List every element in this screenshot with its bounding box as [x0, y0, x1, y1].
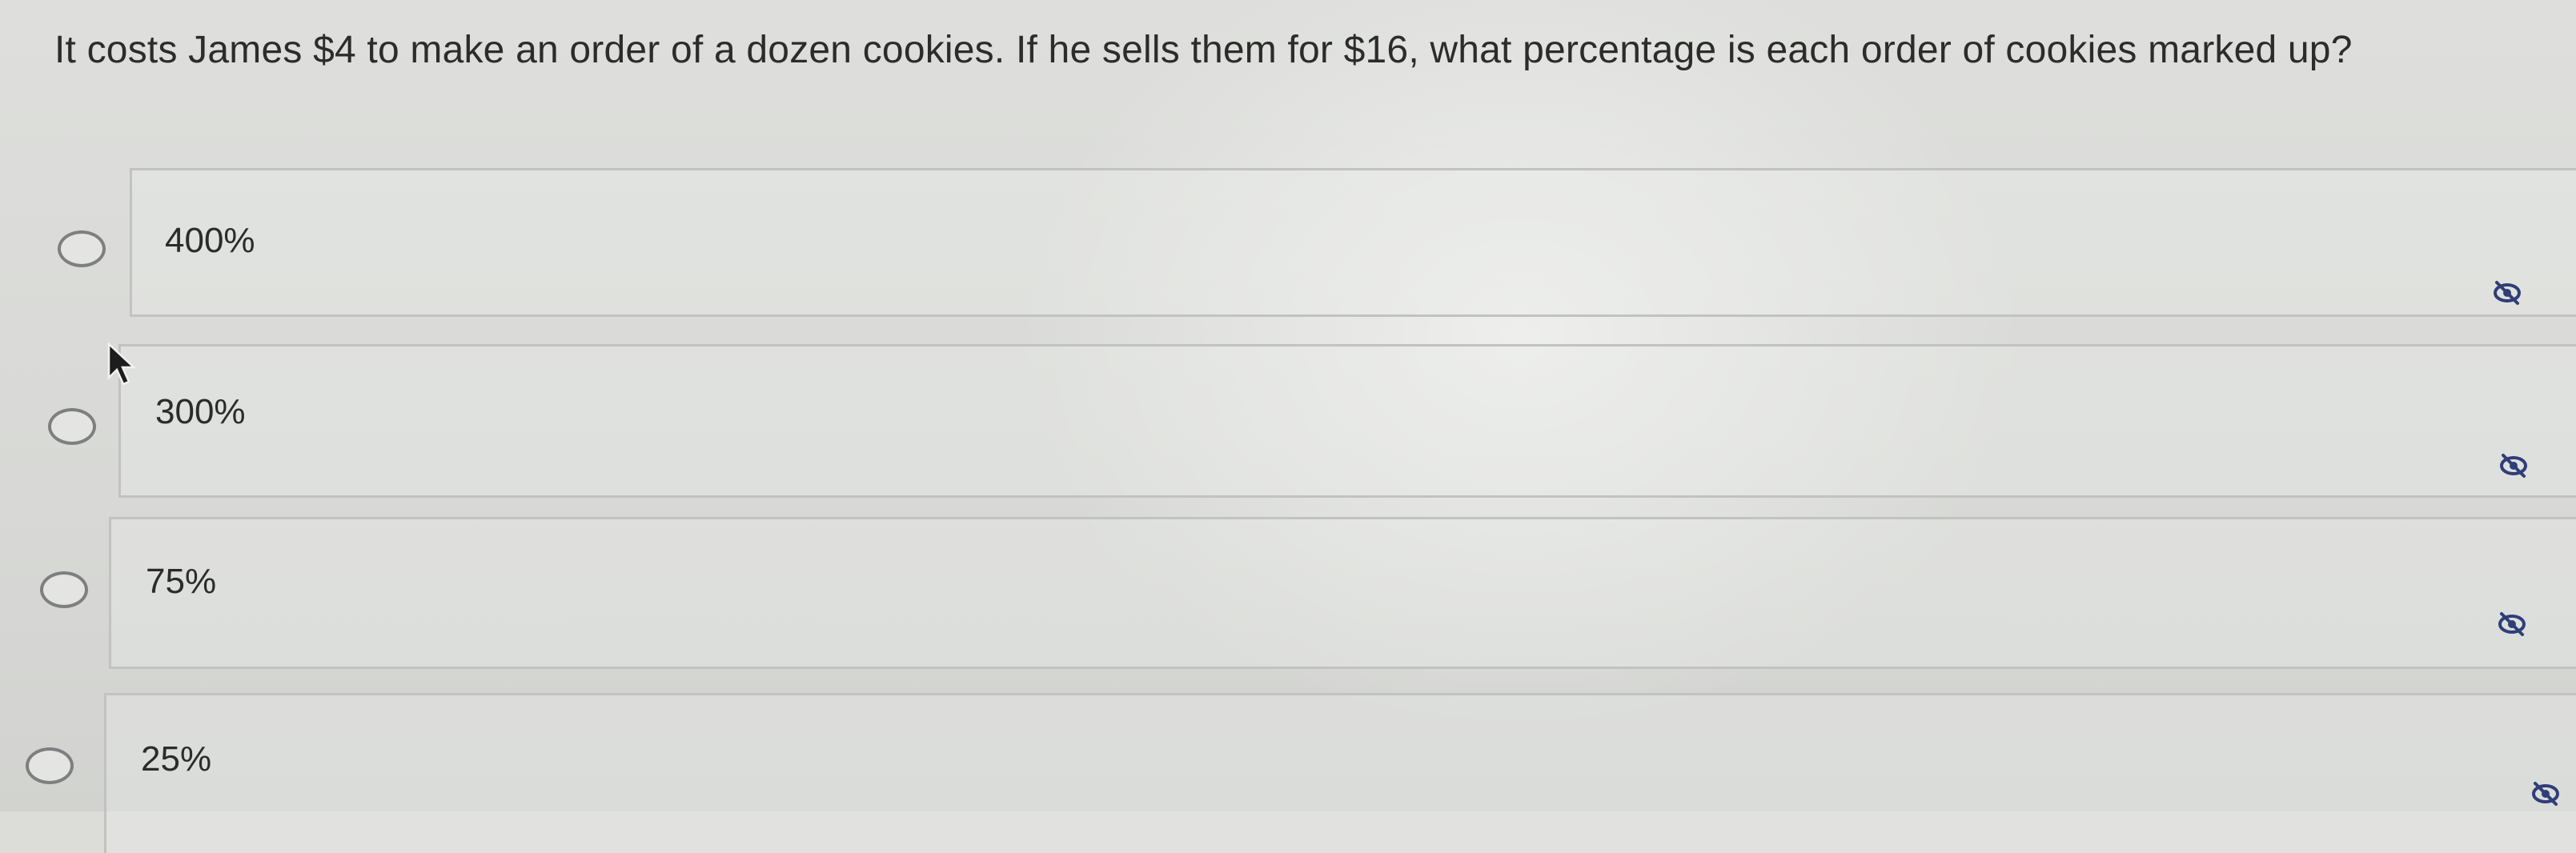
eye-off-icon[interactable]: [2498, 450, 2530, 482]
choice-radio-400[interactable]: [58, 230, 106, 267]
mouse-cursor-icon: [107, 342, 137, 386]
choice-option-75[interactable]: [109, 517, 2576, 669]
eye-off-icon[interactable]: [2496, 608, 2528, 640]
eye-off-icon[interactable]: [2491, 277, 2523, 309]
eye-off-icon[interactable]: [2530, 778, 2562, 810]
choice-radio-25[interactable]: [26, 747, 74, 784]
quiz-page: It costs James $4 to make an order of a …: [0, 0, 2576, 853]
choice-option-25[interactable]: [104, 693, 2576, 853]
choice-label: 25%: [141, 739, 212, 779]
choice-option-300[interactable]: [118, 344, 2576, 498]
choice-label: 300%: [155, 392, 246, 431]
question-text: It costs James $4 to make an order of a …: [54, 29, 2353, 71]
choice-label: 400%: [165, 221, 255, 260]
choice-radio-300[interactable]: [48, 408, 96, 445]
choice-radio-75[interactable]: [40, 571, 88, 608]
choice-option-400[interactable]: [130, 168, 2576, 317]
choice-label: 75%: [146, 562, 217, 601]
